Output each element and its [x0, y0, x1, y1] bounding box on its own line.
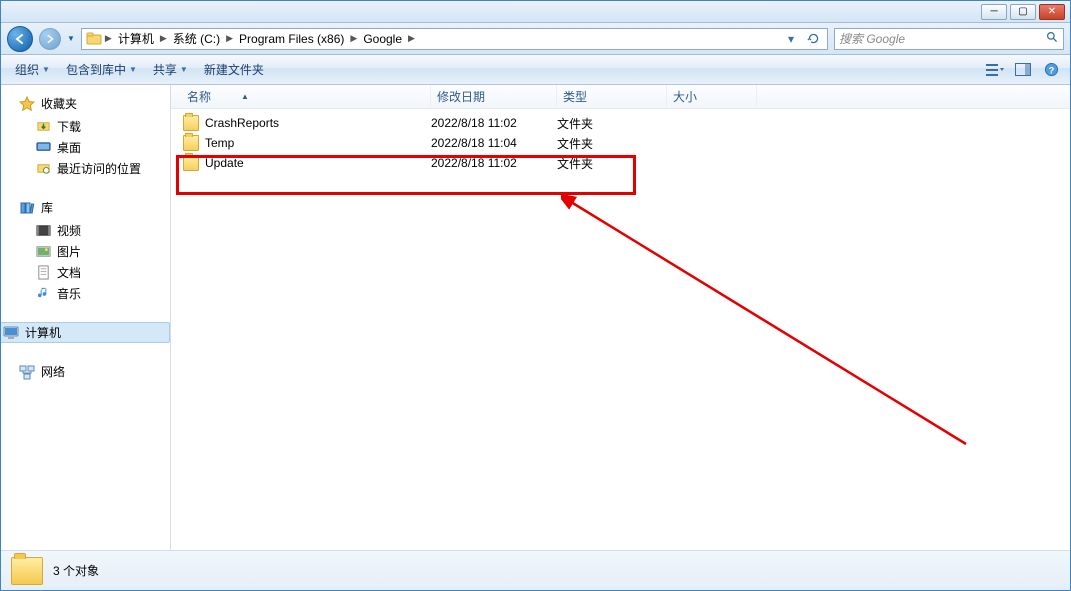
- folder-icon: [86, 31, 102, 47]
- address-dropdown-button[interactable]: ▾: [781, 30, 801, 48]
- file-row[interactable]: Temp 2022/8/18 11:04 文件夹: [171, 133, 1070, 153]
- back-button[interactable]: [7, 26, 33, 52]
- view-options-button[interactable]: [984, 60, 1006, 80]
- arrow-right-icon: [45, 34, 55, 44]
- file-rows: CrashReports 2022/8/18 11:02 文件夹 Temp 20…: [171, 109, 1070, 550]
- sidebar-item-network[interactable]: 网络: [1, 361, 170, 384]
- chevron-right-icon[interactable]: ▶: [104, 33, 113, 44]
- command-toolbar: 组织▼ 包含到库中▼ 共享▼ 新建文件夹 ?: [1, 55, 1070, 85]
- body: 收藏夹 下载 桌面 最近访问的位置 库 视频 图片 文档 音乐 计算机: [1, 85, 1070, 550]
- navigation-pane[interactable]: 收藏夹 下载 桌面 最近访问的位置 库 视频 图片 文档 音乐 计算机: [1, 85, 171, 550]
- organize-button[interactable]: 组织▼: [9, 58, 56, 81]
- maximize-button[interactable]: ▢: [1010, 4, 1036, 20]
- search-icon[interactable]: [1046, 31, 1059, 47]
- desktop-icon: [35, 140, 51, 156]
- library-icon: [19, 200, 35, 216]
- new-folder-button[interactable]: 新建文件夹: [198, 58, 270, 81]
- picture-icon: [35, 244, 51, 260]
- svg-text:?: ?: [1048, 65, 1054, 75]
- breadcrumb-item[interactable]: Program Files (x86): [236, 31, 347, 47]
- search-input[interactable]: 搜索 Google: [834, 28, 1064, 50]
- music-icon: [35, 286, 51, 302]
- sidebar-group-libraries[interactable]: 库: [1, 197, 170, 220]
- chevron-right-icon[interactable]: ▶: [407, 33, 416, 44]
- include-in-library-button[interactable]: 包含到库中▼: [60, 58, 143, 81]
- close-button[interactable]: ✕: [1039, 4, 1065, 20]
- breadcrumb-box[interactable]: ▶ 计算机 ▶ 系统 (C:) ▶ Program Files (x86) ▶ …: [81, 28, 828, 50]
- video-icon: [35, 223, 51, 239]
- preview-pane-button[interactable]: [1012, 60, 1034, 80]
- status-bar: 3 个对象: [1, 550, 1070, 590]
- chevron-right-icon[interactable]: ▶: [159, 33, 168, 44]
- annotation-arrow: [561, 194, 981, 454]
- column-header-row: 名称 修改日期 类型 大小: [171, 85, 1070, 109]
- computer-icon: [3, 325, 19, 341]
- star-icon: [19, 96, 35, 112]
- forward-button[interactable]: [39, 28, 61, 50]
- refresh-button[interactable]: [803, 30, 823, 48]
- download-icon: [35, 119, 51, 135]
- sidebar-group-favorites[interactable]: 收藏夹: [1, 93, 170, 116]
- sidebar-item-desktop[interactable]: 桌面: [1, 137, 170, 158]
- nav-history-dropdown[interactable]: ▼: [67, 34, 75, 43]
- sidebar-item-music[interactable]: 音乐: [1, 283, 170, 304]
- column-header-date[interactable]: 修改日期: [431, 85, 557, 108]
- recent-icon: [35, 161, 51, 177]
- chevron-right-icon[interactable]: ▶: [349, 33, 358, 44]
- sidebar-item-downloads[interactable]: 下载: [1, 116, 170, 137]
- folder-icon: [183, 135, 199, 151]
- column-header-size[interactable]: 大小: [667, 85, 757, 108]
- network-icon: [19, 364, 35, 380]
- sidebar-item-documents[interactable]: 文档: [1, 262, 170, 283]
- folder-icon: [183, 155, 199, 171]
- status-text: 3 个对象: [53, 562, 99, 579]
- minimize-button[interactable]: ─: [981, 4, 1007, 20]
- sidebar-item-computer[interactable]: 计算机: [1, 322, 170, 343]
- file-row[interactable]: Update 2022/8/18 11:02 文件夹: [171, 153, 1070, 173]
- share-button[interactable]: 共享▼: [147, 58, 194, 81]
- breadcrumb-item[interactable]: 计算机: [115, 29, 157, 48]
- sidebar-item-videos[interactable]: 视频: [1, 220, 170, 241]
- file-row[interactable]: CrashReports 2022/8/18 11:02 文件夹: [171, 113, 1070, 133]
- explorer-window: ─ ▢ ✕ ▼ ▶ 计算机 ▶ 系统 (C:) ▶ Program Files …: [0, 0, 1071, 591]
- document-icon: [35, 265, 51, 281]
- folder-icon: [11, 557, 43, 585]
- column-header-type[interactable]: 类型: [557, 85, 667, 108]
- breadcrumb-item[interactable]: Google: [360, 31, 405, 47]
- search-placeholder: 搜索 Google: [839, 30, 905, 47]
- folder-icon: [183, 115, 199, 131]
- address-bar: ▼ ▶ 计算机 ▶ 系统 (C:) ▶ Program Files (x86) …: [1, 23, 1070, 55]
- breadcrumb-item[interactable]: 系统 (C:): [170, 29, 223, 48]
- help-button[interactable]: ?: [1040, 60, 1062, 80]
- arrow-left-icon: [14, 33, 26, 45]
- refresh-icon: [807, 32, 820, 45]
- column-header-name[interactable]: 名称: [171, 85, 431, 108]
- file-list-pane: 名称 修改日期 类型 大小 CrashReports 2022/8/18 11:…: [171, 85, 1070, 550]
- chevron-right-icon[interactable]: ▶: [225, 33, 234, 44]
- sidebar-item-recent[interactable]: 最近访问的位置: [1, 158, 170, 179]
- titlebar: ─ ▢ ✕: [1, 1, 1070, 23]
- sidebar-item-pictures[interactable]: 图片: [1, 241, 170, 262]
